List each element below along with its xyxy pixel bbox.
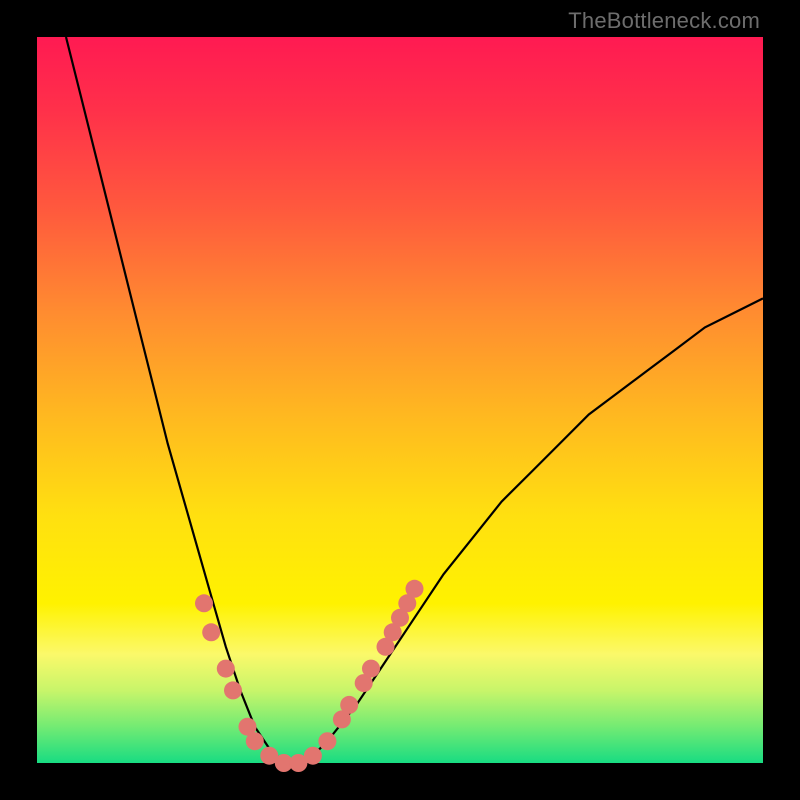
chart-overlay (37, 37, 763, 763)
curve-marker (304, 747, 322, 765)
chart-stage: TheBottleneck.com (0, 0, 800, 800)
curve-markers (195, 580, 424, 772)
curve-marker (340, 696, 358, 714)
curve-marker (246, 732, 264, 750)
curve-marker (406, 580, 424, 598)
curve-marker (202, 623, 220, 641)
curve-marker (362, 660, 380, 678)
watermark-text: TheBottleneck.com (568, 8, 760, 34)
curve-marker (224, 681, 242, 699)
bottleneck-curve (66, 37, 763, 763)
curve-marker (195, 594, 213, 612)
curve-marker (217, 660, 235, 678)
curve-marker (318, 732, 336, 750)
